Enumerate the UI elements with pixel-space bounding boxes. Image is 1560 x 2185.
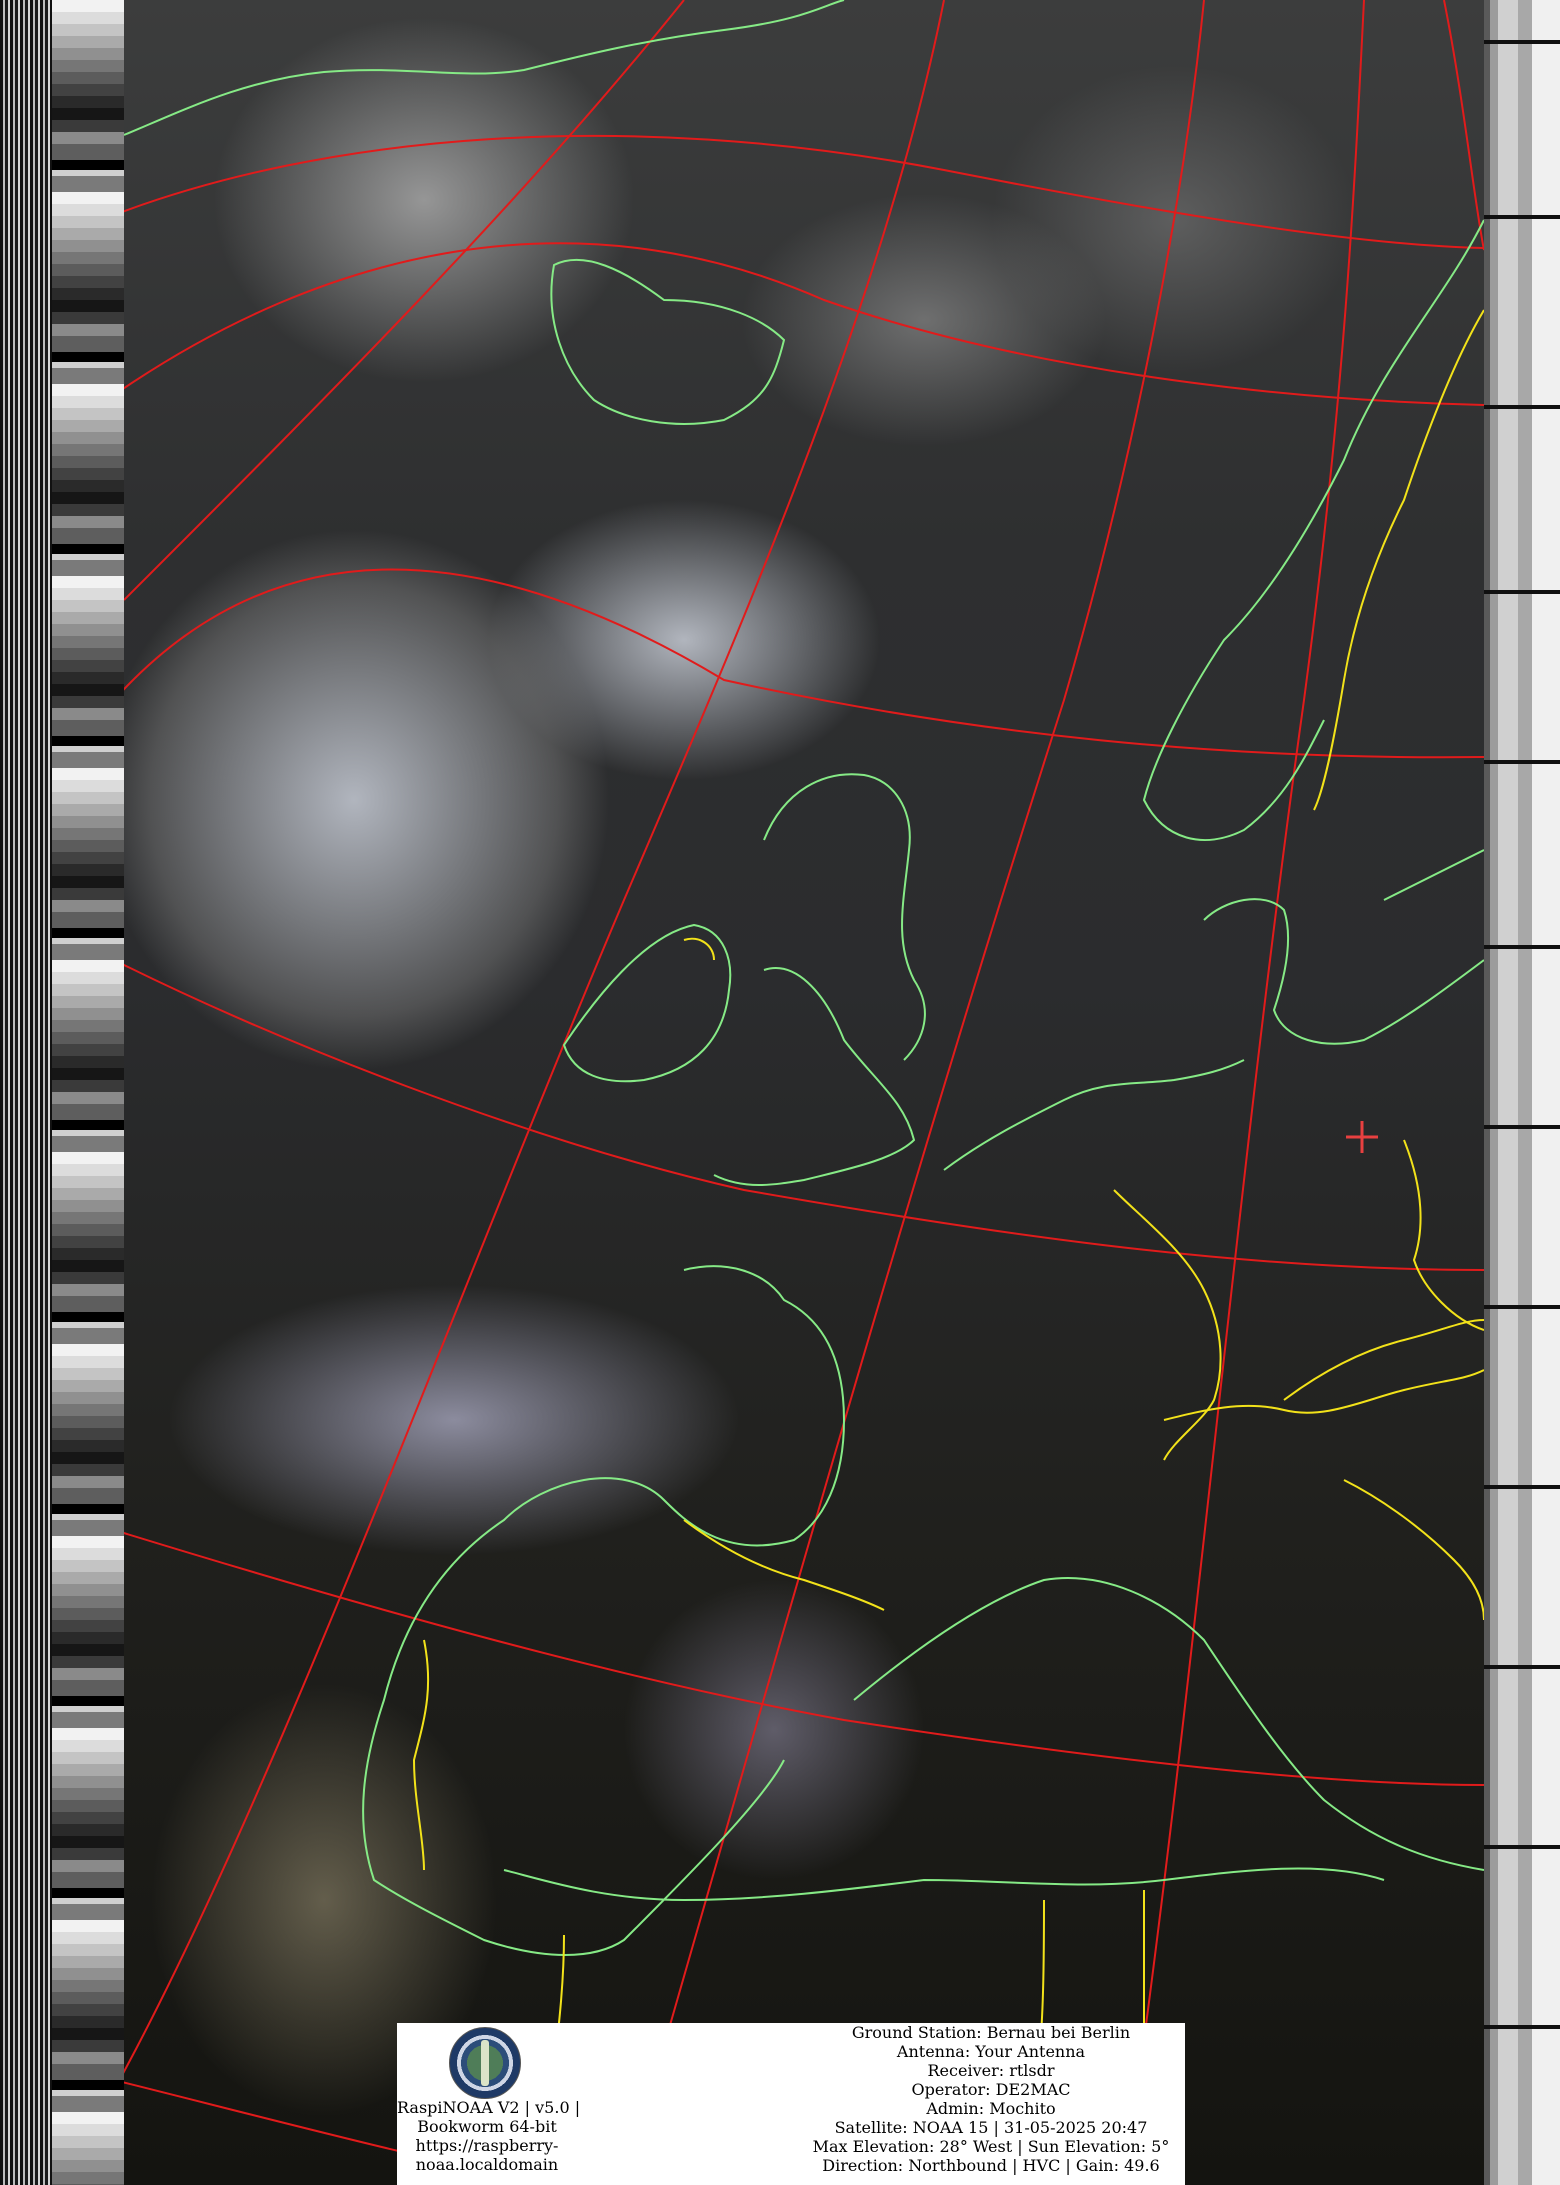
ireland-coast — [562, 923, 732, 1083]
telemetry-tick — [1484, 1305, 1560, 1309]
mediterranean-coast — [853, 1577, 1484, 1871]
info-panel: RaspiNOAA V2 | v5.0 | Bookworm 64-bit ht… — [397, 2023, 1185, 2185]
portugal-border — [412, 1639, 430, 1871]
denmark-coast — [1203, 898, 1484, 1045]
telemetry-tick — [1484, 2025, 1560, 2029]
software-info-line: Bookworm 64-bit — [417, 2117, 557, 2136]
telemetry-tick — [1484, 590, 1560, 594]
left-telemetry-wedges — [52, 0, 124, 2185]
alps-border — [1163, 1369, 1484, 1421]
software-info-line: noaa.localdomain — [415, 2155, 559, 2174]
telemetry-tick — [1484, 1125, 1560, 1129]
logo-antenna-mark — [481, 2040, 489, 2086]
graticule — [124, 0, 1484, 2185]
ground-station-label: Ground Station: Bernau bei Berlin — [851, 2023, 1131, 2042]
austria-border — [1283, 1319, 1484, 1401]
antenna-label: Antenna: Your Antenna — [896, 2042, 1086, 2061]
latitude-line — [124, 568, 1484, 759]
norway-coast — [1142, 219, 1484, 841]
telemetry-tick — [1484, 405, 1560, 409]
satellite-image-window: RaspiNOAA V2 | v5.0 | Bookworm 64-bit ht… — [0, 0, 1560, 2185]
elevation-label: Max Elevation: 28° West | Sun Elevation:… — [812, 2137, 1170, 2156]
operator-label: Operator: DE2MAC — [911, 2080, 1071, 2099]
france-spain-border — [683, 1519, 885, 1611]
balkans-border — [1343, 1479, 1484, 1621]
right-telemetry-strip — [1484, 0, 1560, 2185]
latitude-line — [124, 1532, 1484, 1786]
telemetry-tick — [1484, 215, 1560, 219]
north-africa-coast — [503, 1867, 1385, 1902]
telemetry-tick — [1484, 1485, 1560, 1489]
satellite-image — [124, 0, 1484, 2185]
raspinoaa-logo-icon — [449, 2027, 521, 2099]
software-info: RaspiNOAA V2 | v5.0 | Bookworm 64-bit ht… — [397, 2098, 581, 2174]
iceland-coast — [550, 258, 786, 425]
latitude-line — [124, 242, 1484, 406]
map-overlay — [124, 0, 1484, 2185]
direction-label: Direction: Northbound | HVC | Gain: 49.6 — [822, 2156, 1160, 2175]
england-coast — [713, 967, 916, 1186]
receiver-label: Receiver: rtlsdr — [927, 2061, 1055, 2080]
telemetry-tick — [1484, 945, 1560, 949]
greenland-coast — [124, 0, 845, 136]
telemetry-tick — [1484, 1845, 1560, 1849]
latitude-line — [124, 963, 1484, 1271]
meridian-line — [1123, 0, 1365, 2185]
germany-poland-border — [1403, 1139, 1484, 1331]
left-sync-strip — [0, 0, 52, 2185]
plus-marker-icon — [1346, 1121, 1378, 1153]
baltic-coast — [1383, 849, 1484, 901]
meridian-line — [124, 0, 685, 601]
coastlines — [124, 0, 1484, 1956]
admin-label: Admin: Mochito — [926, 2099, 1056, 2118]
telemetry-tick — [1484, 1665, 1560, 1669]
benelux-coast — [943, 1059, 1245, 1171]
telemetry-tick — [1484, 760, 1560, 764]
europe-west-coast — [362, 1265, 846, 1956]
meridian-line — [1443, 0, 1484, 251]
political-borders — [412, 309, 1484, 2121]
software-info-line: https://raspberry- — [415, 2136, 559, 2155]
meridian-line — [124, 0, 945, 2074]
pass-info: Ground Station: Bernau bei Berlin Antenn… — [797, 2023, 1185, 2175]
scotland-coast — [763, 773, 926, 1061]
ireland-uk-border — [683, 937, 715, 961]
latitude-line — [124, 134, 1484, 249]
satellite-label: Satellite: NOAA 15 | 31-05-2025 20:47 — [834, 2118, 1148, 2137]
software-info-line: RaspiNOAA V2 | v5.0 | — [397, 2098, 581, 2117]
telemetry-tick — [1484, 40, 1560, 44]
